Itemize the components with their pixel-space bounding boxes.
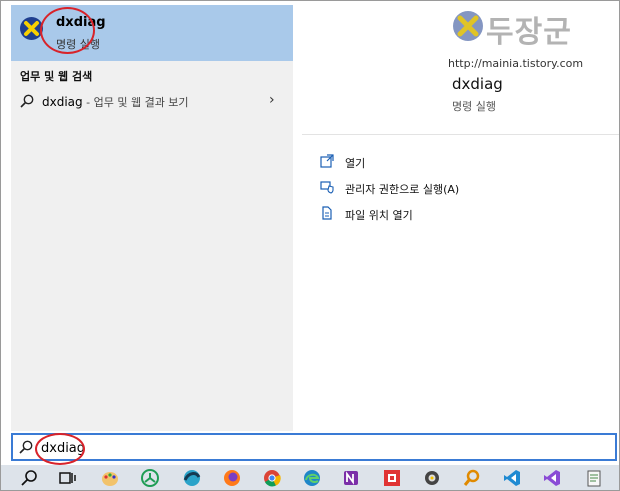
web-query-suffix: - 업무 및 웹 결과 보기 (82, 96, 189, 109)
run-as-admin-action[interactable]: 관리자 권한으로 실행(A) (320, 178, 600, 198)
detail-subtitle: 명령 실행 (452, 100, 496, 113)
onenote-icon[interactable] (342, 468, 362, 488)
search-input[interactable] (41, 438, 601, 458)
web-search-result[interactable]: dxdiag - 업무 및 웹 결과 보기 › (11, 86, 293, 116)
edge-icon[interactable] (302, 468, 322, 488)
directx-icon (20, 17, 43, 40)
paint-icon[interactable] (100, 468, 120, 488)
tool-icon[interactable] (422, 468, 442, 488)
open-action-label: 열기 (345, 157, 366, 170)
open-file-location-label: 파일 위치 열기 (345, 209, 413, 222)
web-section-header: 업무 및 웹 검색 (20, 70, 93, 83)
divider (302, 134, 619, 135)
task-view-icon[interactable] (57, 468, 77, 488)
firefox-icon[interactable] (222, 468, 242, 488)
watermark-url: http://mainia.tistory.com (448, 57, 584, 70)
directx-large-icon (453, 11, 483, 41)
results-pane: dxdiag 명령 실행 업무 및 웹 검색 dxdiag - 업무 및 웹 결… (11, 5, 293, 431)
run-as-admin-label: 관리자 권한으로 실행(A) (345, 183, 460, 196)
watermark-text: 두장군 (486, 15, 572, 50)
network-icon[interactable] (140, 468, 160, 488)
magnifier-icon[interactable] (462, 468, 482, 488)
red-app-icon[interactable] (382, 468, 402, 488)
best-match-title: dxdiag (56, 15, 106, 30)
chrome-icon[interactable] (262, 468, 282, 488)
taskbar (1, 465, 619, 490)
search-icon[interactable] (19, 468, 39, 488)
notepad-icon[interactable] (584, 468, 604, 488)
chevron-right-icon[interactable]: › (269, 92, 275, 108)
visual-studio-icon[interactable] (542, 468, 562, 488)
detail-pane: 두장군 http://mainia.tistory.com dxdiag 명령 … (302, 5, 619, 431)
search-box[interactable] (11, 433, 617, 461)
open-file-location-action[interactable]: 파일 위치 열기 (320, 204, 600, 224)
file-location-icon (322, 206, 332, 220)
detail-title: dxdiag (452, 75, 503, 93)
search-icon (20, 94, 34, 108)
vscode-icon[interactable] (502, 468, 522, 488)
open-icon (320, 154, 334, 168)
shield-icon (320, 181, 334, 194)
open-action[interactable]: 열기 (320, 152, 600, 172)
best-match-subtitle: 명령 실행 (56, 38, 100, 51)
search-window: dxdiag 명령 실행 업무 및 웹 검색 dxdiag - 업무 및 웹 결… (0, 0, 620, 491)
best-match-item[interactable]: dxdiag 명령 실행 (11, 5, 293, 61)
web-search-text: dxdiag - 업무 및 웹 결과 보기 (42, 94, 189, 110)
web-query: dxdiag (42, 95, 83, 109)
browser-icon[interactable] (182, 468, 202, 488)
search-icon (19, 440, 33, 454)
